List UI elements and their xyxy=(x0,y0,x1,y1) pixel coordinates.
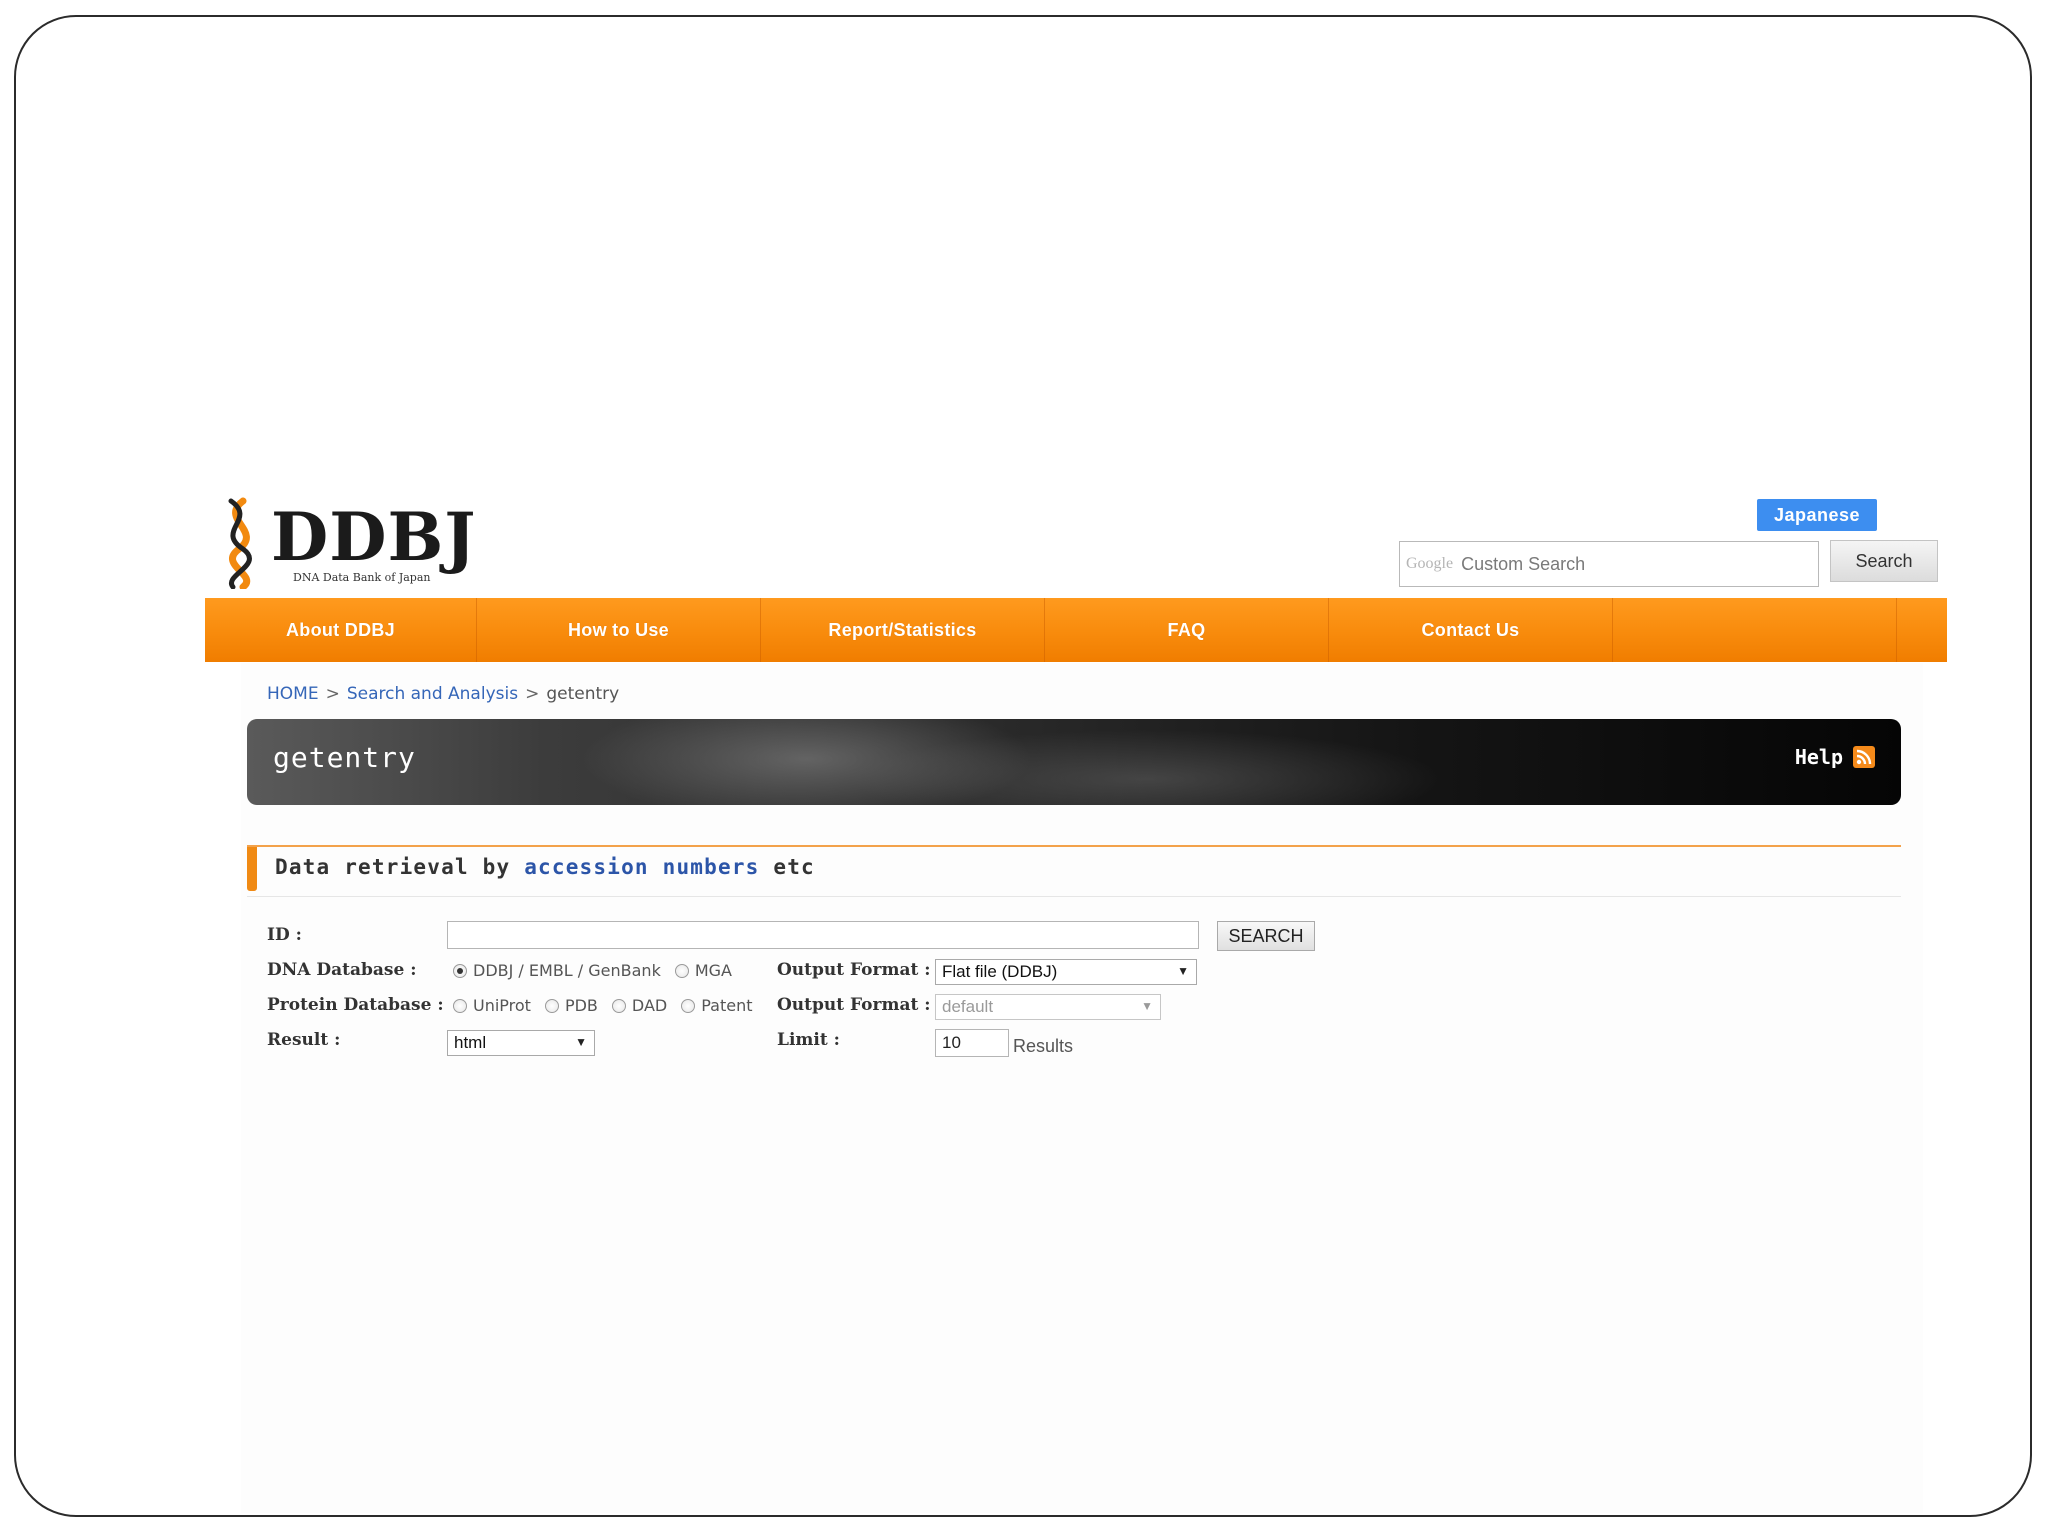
dna-output-format-select[interactable]: Flat file (DDBJ) ▼ xyxy=(935,959,1197,985)
site-search-input[interactable] xyxy=(1461,553,1762,575)
radio-dad[interactable]: DAD xyxy=(611,996,668,1015)
radio-label: DDBJ / EMBL / GenBank xyxy=(473,961,661,980)
select-value: default xyxy=(942,997,994,1016)
page-title-banner: getentry Help xyxy=(247,719,1901,805)
dna-database-label: DNA Database : xyxy=(267,960,417,980)
radio-ddbj-embl-genbank[interactable]: DDBJ / EMBL / GenBank xyxy=(453,961,661,980)
ddbj-logo[interactable]: DDBJ DNA Data Bank of Japan xyxy=(213,497,477,589)
breadcrumb-separator: > xyxy=(525,684,540,704)
breadcrumb-search-analysis[interactable]: Search and Analysis xyxy=(347,684,518,704)
limit-input[interactable] xyxy=(935,1029,1009,1057)
breadcrumb-current: getentry xyxy=(546,684,620,704)
protein-output-format-label: Output Format : xyxy=(777,995,931,1015)
section-title-prefix: Data retrieval by xyxy=(275,855,511,879)
logo-wordmark: DDBJ xyxy=(271,498,477,576)
radio-button[interactable] xyxy=(453,963,467,978)
protein-database-label: Protein Database : xyxy=(267,995,444,1015)
japanese-language-button[interactable]: Japanese xyxy=(1757,499,1877,531)
help-label: Help xyxy=(1794,745,1843,769)
limit-label: Limit : xyxy=(777,1030,840,1050)
rss-icon xyxy=(1853,746,1875,768)
radio-button[interactable] xyxy=(544,998,559,1013)
section-divider xyxy=(247,845,1901,847)
results-suffix: Results xyxy=(1013,1036,1074,1056)
help-link[interactable]: Help xyxy=(1795,745,1875,769)
protein-output-format-select[interactable]: default ▼ xyxy=(935,994,1161,1020)
page-title: getentry xyxy=(273,741,416,774)
radio-mga[interactable]: MGA xyxy=(674,961,732,980)
nav-item-report-statistics[interactable]: Report/Statistics xyxy=(761,598,1045,662)
dropdown-arrow-icon: ▼ xyxy=(575,1035,587,1049)
breadcrumb-separator: > xyxy=(325,684,340,704)
dna-database-options: DDBJ / EMBL / GenBank MGA xyxy=(453,961,746,980)
section-marker xyxy=(247,847,257,891)
radio-uniprot[interactable]: UniProt xyxy=(453,996,531,1015)
nav-item-faq[interactable]: FAQ xyxy=(1045,598,1329,662)
dropdown-arrow-icon: ▼ xyxy=(1177,964,1189,978)
protein-database-options: UniProt PDB DAD Patent xyxy=(453,996,766,1015)
breadcrumb: HOME > Search and Analysis > getentry xyxy=(267,684,619,704)
select-value: Flat file (DDBJ) xyxy=(942,962,1058,981)
radio-label: MGA xyxy=(694,961,732,980)
dropdown-arrow-icon: ▼ xyxy=(1141,999,1153,1013)
radio-button[interactable] xyxy=(674,963,689,978)
radio-patent[interactable]: Patent xyxy=(681,996,752,1015)
section-divider xyxy=(247,896,1901,897)
radio-button[interactable] xyxy=(681,998,696,1013)
result-format-select[interactable]: html ▼ xyxy=(447,1030,595,1056)
nav-item-empty xyxy=(1613,598,1897,662)
id-label: ID : xyxy=(267,925,302,945)
dna-output-format-label: Output Format : xyxy=(777,960,931,980)
breadcrumb-home[interactable]: HOME xyxy=(267,684,319,704)
radio-label: UniProt xyxy=(473,996,531,1015)
site-search-field[interactable]: Google xyxy=(1399,541,1819,587)
section-title-highlight: accession numbers xyxy=(524,855,760,879)
result-label: Result : xyxy=(267,1030,341,1050)
radio-button[interactable] xyxy=(453,998,467,1013)
nav-item-about[interactable]: About DDBJ xyxy=(205,598,477,662)
radio-pdb[interactable]: PDB xyxy=(544,996,598,1015)
radio-label: PDB xyxy=(564,996,598,1015)
site-search-button[interactable]: Search xyxy=(1830,540,1938,582)
radio-label: DAD xyxy=(631,996,668,1015)
nav-item-how-to-use[interactable]: How to Use xyxy=(477,598,761,662)
ddbj-page: DDBJ DNA Data Bank of Japan Japanese Goo… xyxy=(205,497,1947,1517)
select-value: html xyxy=(454,1033,487,1052)
radio-label: Patent xyxy=(701,996,753,1015)
radio-button[interactable] xyxy=(611,998,626,1013)
nav-item-contact[interactable]: Contact Us xyxy=(1329,598,1613,662)
google-logo: Google xyxy=(1406,555,1454,572)
main-nav: About DDBJ How to Use Report/Statistics … xyxy=(205,598,1947,662)
getentry-search-button[interactable]: SEARCH xyxy=(1217,921,1315,951)
id-input[interactable] xyxy=(447,921,1199,949)
dna-helix-icon xyxy=(228,497,252,589)
section-title-suffix: etc xyxy=(773,855,815,879)
logo-subtitle: DNA Data Bank of Japan xyxy=(293,571,431,584)
section-title: Data retrieval by accession numbers etc xyxy=(275,855,815,879)
